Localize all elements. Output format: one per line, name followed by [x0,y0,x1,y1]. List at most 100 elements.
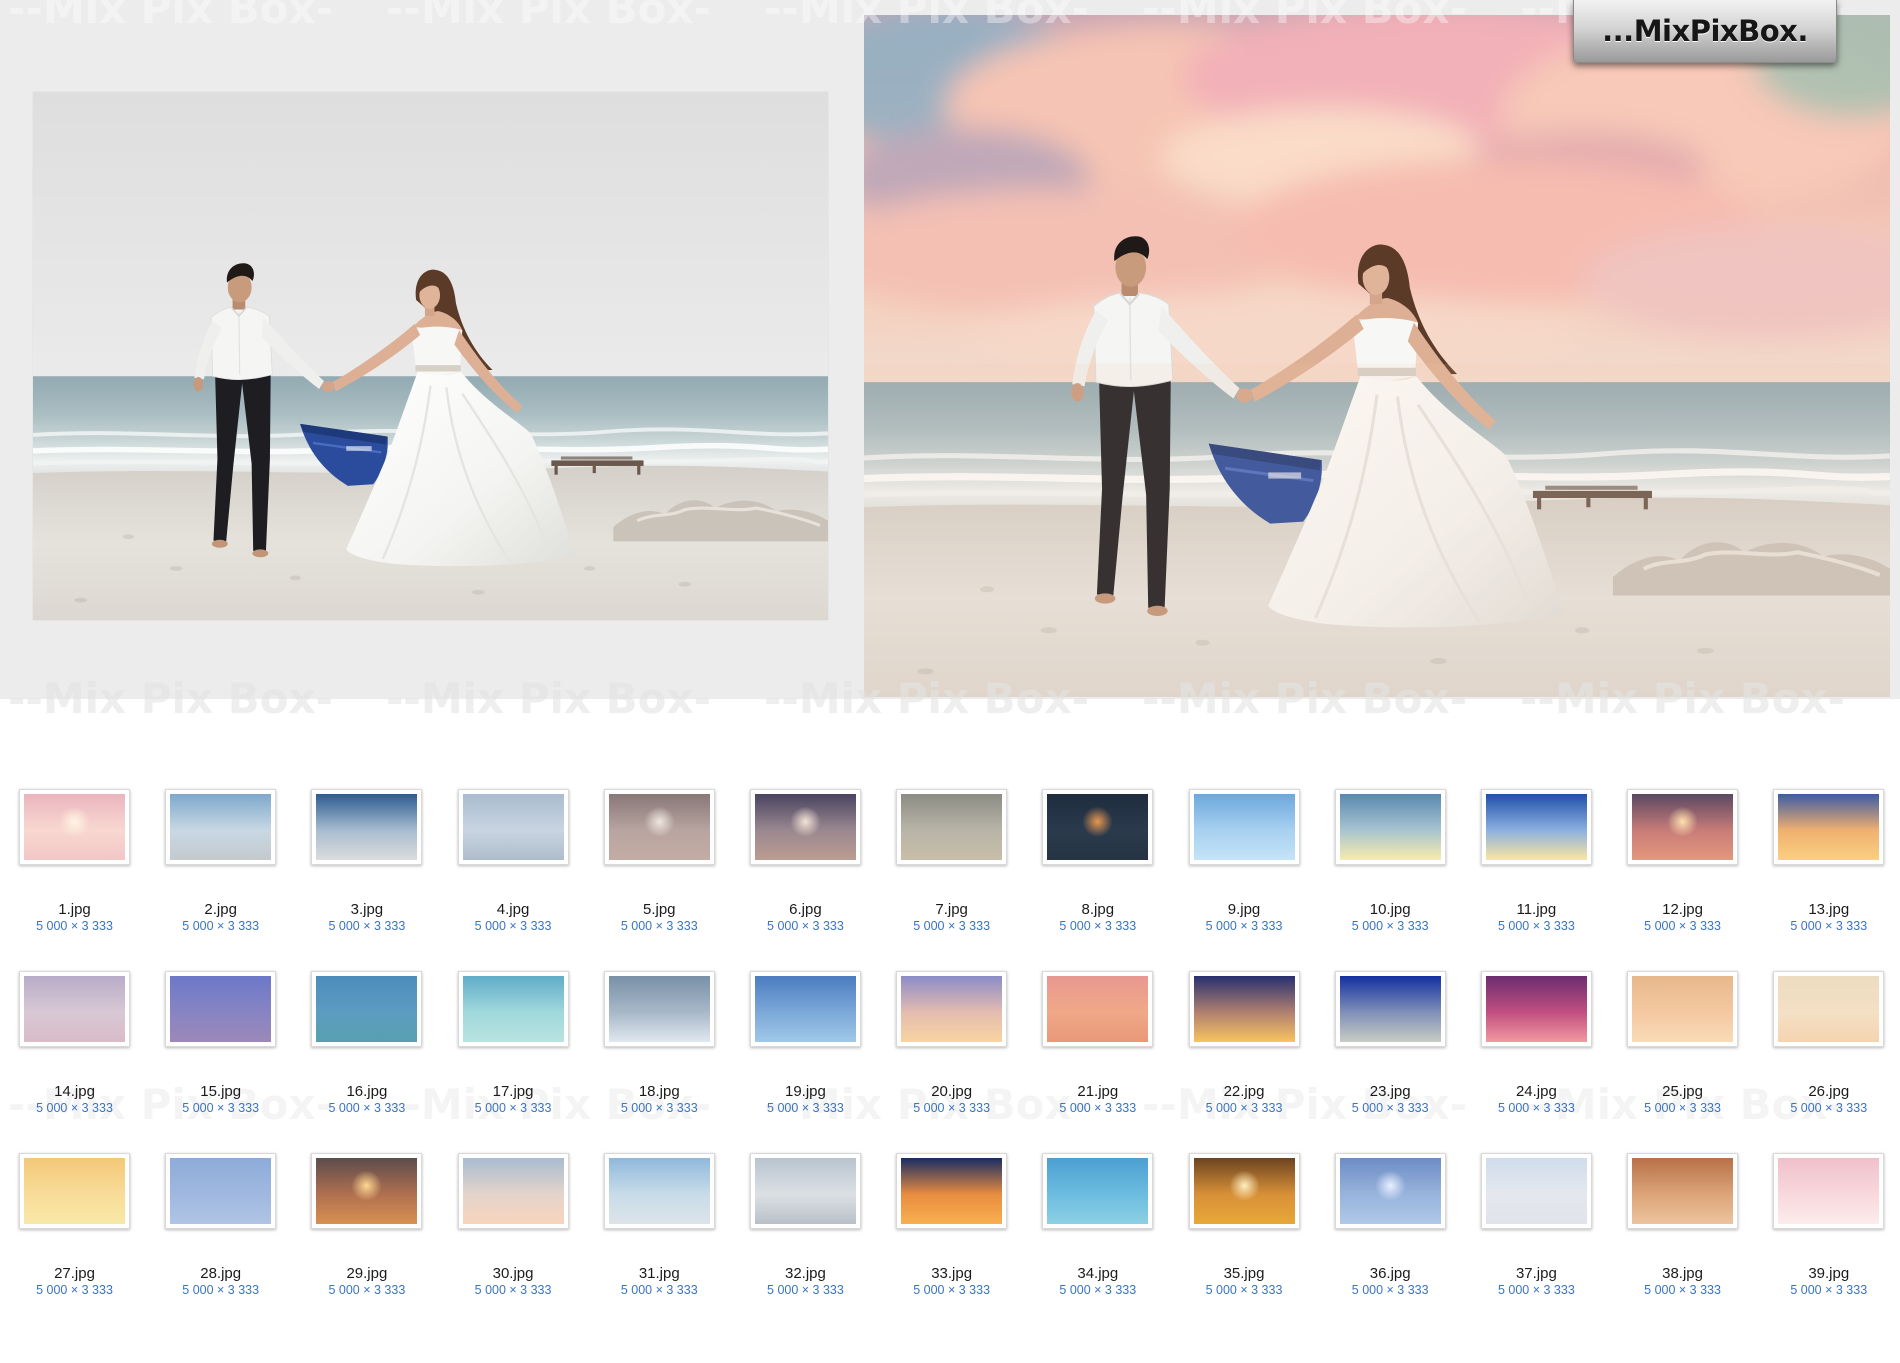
file-thumbnail[interactable] [19,971,130,1047]
file-thumbnail[interactable] [1188,789,1300,865]
file-item[interactable]: 8.jpg 5 000 × 3 333 [1042,789,1154,971]
file-thumbnail[interactable] [1042,789,1154,865]
file-thumbnail[interactable] [1480,1153,1592,1229]
file-item[interactable]: 1.jpg 5 000 × 3 333 [19,789,130,971]
file-item[interactable]: 2.jpg 5 000 × 3 333 [165,789,277,971]
file-item[interactable]: 18.jpg 5 000 × 3 333 [603,971,715,1153]
file-thumbnail[interactable] [749,1153,861,1229]
file-thumbnail[interactable] [1627,971,1739,1047]
file-thumbnail[interactable] [311,1153,423,1229]
file-thumbnail[interactable] [749,971,861,1047]
before-photo [33,92,828,620]
file-item[interactable]: 31.jpg 5 000 × 3 333 [603,1153,715,1335]
file-thumbnail[interactable] [457,971,569,1047]
file-thumbnail[interactable] [1334,971,1446,1047]
file-item[interactable]: 36.jpg 5 000 × 3 333 [1334,1153,1446,1335]
file-thumbnail[interactable] [1773,789,1885,865]
file-thumbnail[interactable] [1042,971,1154,1047]
file-thumbnail[interactable] [1334,1153,1446,1229]
file-thumbnail[interactable] [165,971,277,1047]
file-item[interactable]: 28.jpg 5 000 × 3 333 [165,1153,277,1335]
file-item[interactable]: 13.jpg 5 000 × 3 333 [1773,789,1885,971]
file-item[interactable]: 37.jpg 5 000 × 3 333 [1480,1153,1592,1335]
file-dimensions: 5 000 × 3 333 [182,1283,260,1297]
file-item[interactable]: 34.jpg 5 000 × 3 333 [1042,1153,1154,1335]
file-item[interactable]: 25.jpg 5 000 × 3 333 [1627,971,1739,1153]
file-item[interactable]: 38.jpg 5 000 × 3 333 [1627,1153,1739,1335]
file-thumbnail[interactable] [896,971,1008,1047]
file-name: 2.jpg [204,901,237,918]
file-item[interactable]: 7.jpg 5 000 × 3 333 [896,789,1008,971]
file-dimensions: 5 000 × 3 333 [474,1283,552,1297]
file-item[interactable]: 3.jpg 5 000 × 3 333 [311,789,423,971]
file-thumbnail[interactable] [1627,1153,1739,1229]
file-dimensions: 5 000 × 3 333 [1790,1101,1868,1115]
file-dimensions: 5 000 × 3 333 [1205,1101,1283,1115]
file-name: 32.jpg [785,1265,826,1282]
file-name: 20.jpg [931,1083,973,1100]
file-item[interactable]: 29.jpg 5 000 × 3 333 [311,1153,423,1335]
file-thumbnail[interactable] [1188,971,1300,1047]
file-item[interactable]: 39.jpg 5 000 × 3 333 [1773,1153,1885,1335]
file-item[interactable]: 14.jpg 5 000 × 3 333 [19,971,130,1153]
file-thumbnail[interactable] [1042,1153,1154,1229]
file-item[interactable]: 26.jpg 5 000 × 3 333 [1773,971,1885,1153]
file-item[interactable]: 15.jpg 5 000 × 3 333 [165,971,277,1153]
sky-preview-image [170,1158,272,1224]
sky-preview-image [462,1158,564,1224]
file-thumbnail[interactable] [311,971,423,1047]
file-thumbnail[interactable] [311,789,423,865]
file-item[interactable]: 19.jpg 5 000 × 3 333 [749,971,861,1153]
file-item[interactable]: 6.jpg 5 000 × 3 333 [749,789,861,971]
file-item[interactable]: 17.jpg 5 000 × 3 333 [457,971,569,1153]
file-thumbnail[interactable] [749,789,861,865]
sky-preview-image [1632,1158,1734,1224]
file-thumbnail[interactable] [165,1153,277,1229]
file-dimensions: 5 000 × 3 333 [620,919,698,933]
file-thumbnail[interactable] [19,1153,130,1229]
file-name: 22.jpg [1223,1083,1265,1100]
file-item[interactable]: 5.jpg 5 000 × 3 333 [603,789,715,971]
file-name: 4.jpg [496,901,530,918]
file-dimensions: 5 000 × 3 333 [328,1283,406,1297]
file-thumbnail[interactable] [457,789,569,865]
file-item[interactable]: 20.jpg 5 000 × 3 333 [896,971,1008,1153]
file-item[interactable]: 35.jpg 5 000 × 3 333 [1188,1153,1300,1335]
file-item[interactable]: 12.jpg 5 000 × 3 333 [1627,789,1739,971]
file-thumbnail[interactable] [19,789,130,865]
file-item[interactable]: 21.jpg 5 000 × 3 333 [1042,971,1154,1153]
sky-preview-image [1193,1158,1295,1224]
file-dimensions: 5 000 × 3 333 [474,1101,552,1115]
file-thumbnail[interactable] [1773,1153,1885,1229]
file-thumbnail[interactable] [457,1153,569,1229]
file-item[interactable]: 11.jpg 5 000 × 3 333 [1480,789,1592,971]
file-name: 3.jpg [350,901,384,918]
file-thumbnail[interactable] [1773,971,1885,1047]
file-thumbnail[interactable] [165,789,277,865]
file-item[interactable]: 22.jpg 5 000 × 3 333 [1188,971,1300,1153]
file-thumbnail[interactable] [1334,789,1446,865]
file-item[interactable]: 30.jpg 5 000 × 3 333 [457,1153,569,1335]
file-thumbnail[interactable] [603,1153,715,1229]
file-item[interactable]: 32.jpg 5 000 × 3 333 [749,1153,861,1335]
file-thumbnail[interactable] [1480,789,1592,865]
file-thumbnail[interactable] [896,789,1008,865]
file-item[interactable]: 27.jpg 5 000 × 3 333 [19,1153,130,1335]
file-thumbnail[interactable] [1480,971,1592,1047]
file-name: 29.jpg [346,1265,388,1282]
file-item[interactable]: 23.jpg 5 000 × 3 333 [1334,971,1446,1153]
file-item[interactable]: 33.jpg 5 000 × 3 333 [896,1153,1008,1335]
file-item[interactable]: 16.jpg 5 000 × 3 333 [311,971,423,1153]
file-thumbnail[interactable] [1627,789,1739,865]
file-name: 36.jpg [1369,1265,1411,1282]
file-item[interactable]: 9.jpg 5 000 × 3 333 [1188,789,1300,971]
file-name: 13.jpg [1808,901,1850,918]
file-item[interactable]: 10.jpg 5 000 × 3 333 [1334,789,1446,971]
file-thumbnail[interactable] [1188,1153,1300,1229]
file-item[interactable]: 24.jpg 5 000 × 3 333 [1480,971,1592,1153]
file-item[interactable]: 4.jpg 5 000 × 3 333 [457,789,569,971]
sky-preview-image [754,1158,856,1224]
file-thumbnail[interactable] [603,789,715,865]
file-thumbnail[interactable] [603,971,715,1047]
file-thumbnail[interactable] [896,1153,1008,1229]
